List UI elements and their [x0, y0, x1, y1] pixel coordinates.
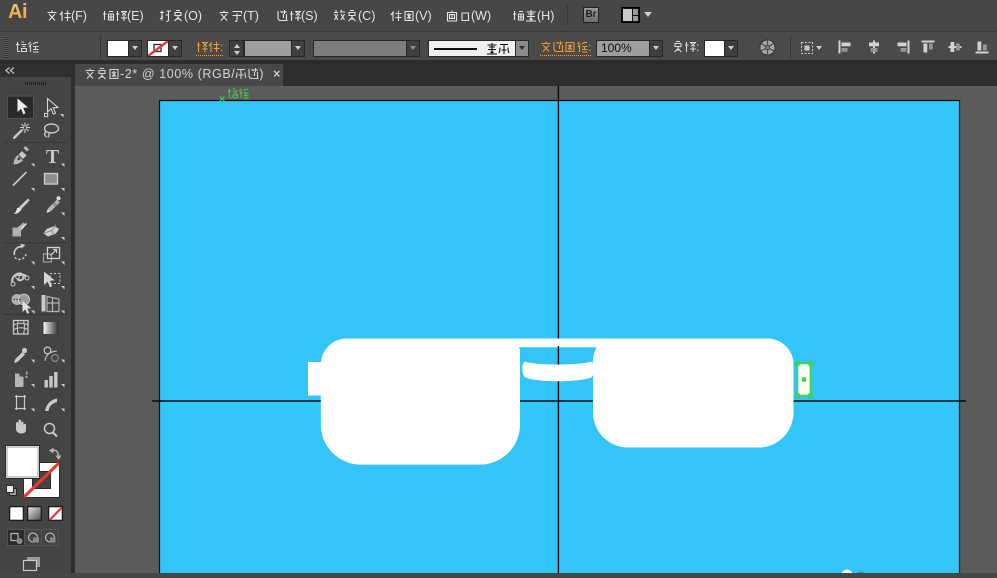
svg-text:T: T	[46, 146, 60, 168]
